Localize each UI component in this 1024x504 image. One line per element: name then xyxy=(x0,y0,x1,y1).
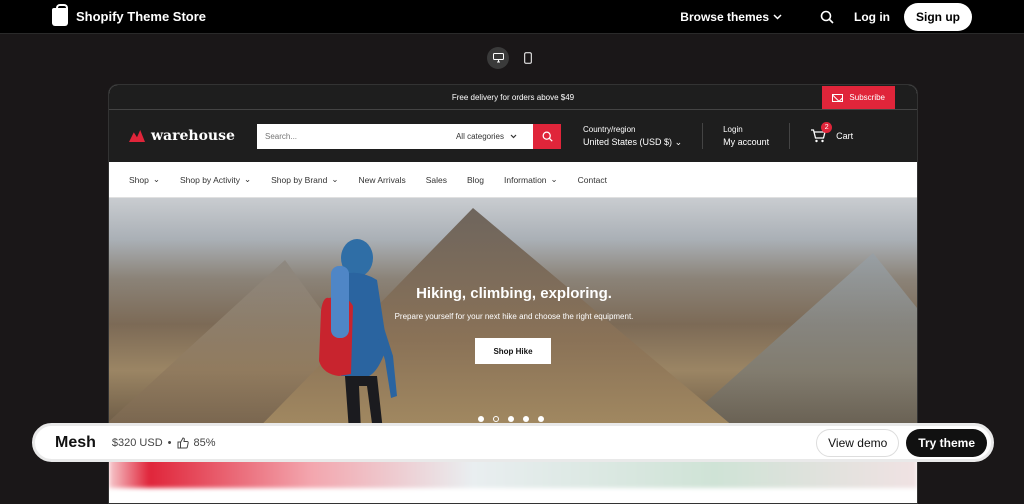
nav-item-shop-by-brand[interactable]: Shop by Brand ⌄ xyxy=(271,174,338,185)
subscribe-label: Subscribe xyxy=(849,93,885,102)
store-logo[interactable]: warehouse xyxy=(129,128,257,144)
nav-label: Blog xyxy=(466,174,484,185)
nav-item-shop-by-activity[interactable]: Shop by Activity ⌄ xyxy=(180,174,251,185)
mobile-icon xyxy=(524,52,532,64)
slide-dot[interactable] xyxy=(478,416,484,422)
hero-subtitle: Prepare yourself for your next hike and … xyxy=(394,312,634,321)
store-header: warehouse All categories Country/region … xyxy=(109,110,917,162)
nav-item-new-arrivals[interactable]: New Arrivals xyxy=(358,175,405,185)
try-theme-button[interactable]: Try theme xyxy=(906,428,987,457)
region-label: Country/region xyxy=(583,125,636,134)
brand-label: Shopify Theme Store xyxy=(76,9,207,24)
theme-price-rating: $320 USD • 85% xyxy=(112,437,216,449)
top-nav-actions: Browse themes Log in Sign up xyxy=(680,2,972,31)
nav-item-contact[interactable]: Contact xyxy=(578,175,607,185)
store-navigation: Shop ⌄ Shop by Activity ⌄ Shop by Brand ⌄ N… xyxy=(109,162,917,198)
chevron-down-icon: ⌄ xyxy=(244,174,252,184)
signup-button[interactable]: Sign up xyxy=(904,2,972,31)
hero-title: Hiking, climbing, exploring. xyxy=(416,285,612,302)
shopify-bag-icon xyxy=(52,3,68,26)
desktop-view-toggle[interactable] xyxy=(487,47,509,69)
mountain-logo-icon xyxy=(129,130,145,142)
cart-link[interactable]: 2 Cart xyxy=(790,122,854,143)
thumbs-up-icon xyxy=(177,436,189,448)
store-search-button[interactable] xyxy=(533,123,561,149)
nav-label: Shop xyxy=(129,174,149,185)
theme-price: $320 USD xyxy=(111,436,163,449)
nav-label: Information xyxy=(504,174,547,185)
theme-info-bar: Mesh $320 USD • 85% View demo Try theme xyxy=(32,423,994,462)
slide-dot[interactable] xyxy=(508,416,514,422)
nav-item-sales[interactable]: Sales xyxy=(426,175,447,185)
store-search: All categories xyxy=(257,123,561,149)
nav-label: New Arrivals xyxy=(358,174,406,185)
nav-label: Shop by Brand xyxy=(271,174,328,185)
cart-label: Cart xyxy=(836,131,854,141)
announcement-bar: Free delivery for orders above $49 Subsc… xyxy=(109,85,917,110)
nav-item-blog[interactable]: Blog xyxy=(467,175,484,185)
nav-label: Contact xyxy=(577,174,607,185)
browse-themes-label: Browse themes xyxy=(680,9,769,24)
nav-label: Sales xyxy=(425,174,447,185)
top-navigation-bar: Shopify Theme Store Browse themes Log in… xyxy=(0,0,1024,34)
login-label: Login xyxy=(723,125,743,134)
view-demo-button[interactable]: View demo xyxy=(816,428,900,457)
shop-hike-button[interactable]: Shop Hike xyxy=(475,338,551,364)
nav-label: Shop by Activity xyxy=(179,174,240,185)
slide-dot[interactable] xyxy=(538,416,544,422)
search-icon[interactable] xyxy=(820,10,834,24)
slide-indicators xyxy=(478,416,544,422)
slide-dot-active[interactable] xyxy=(493,416,499,422)
subscribe-button[interactable]: Subscribe xyxy=(822,86,895,109)
region-selector[interactable]: Country/region United States (USD $) ⌄ xyxy=(583,123,704,149)
store-search-input[interactable] xyxy=(257,123,450,149)
slide-dot[interactable] xyxy=(523,416,529,422)
category-select[interactable]: All categories xyxy=(449,123,533,149)
account-link[interactable]: Login My account xyxy=(703,123,791,149)
announcement-text: Free delivery for orders above $49 xyxy=(451,92,575,102)
desktop-icon xyxy=(492,53,504,63)
envelope-icon xyxy=(832,93,844,102)
chevron-down-icon xyxy=(773,13,782,20)
nav-item-information[interactable]: Information ⌄ xyxy=(504,174,558,185)
my-account-label: My account xyxy=(723,137,770,147)
shopify-brand[interactable]: Shopify Theme Store xyxy=(52,3,207,26)
browse-themes-menu[interactable]: Browse themes xyxy=(680,10,782,24)
chevron-down-icon xyxy=(510,134,517,138)
theme-name: Mesh xyxy=(55,433,96,451)
chevron-down-icon: ⌄ xyxy=(152,174,160,184)
login-link[interactable]: Log in xyxy=(854,10,890,24)
separator-dot: • xyxy=(167,436,172,449)
logo-text: warehouse xyxy=(151,128,235,144)
nav-item-shop[interactable]: Shop ⌄ xyxy=(129,174,160,185)
chevron-down-icon: ⌄ xyxy=(674,137,683,147)
category-label: All categories xyxy=(455,131,504,141)
region-value: United States (USD $) ⌄ xyxy=(583,137,683,147)
hero-banner: Hiking, climbing, exploring. Prepare you… xyxy=(109,198,917,428)
device-toggle xyxy=(487,47,539,69)
search-icon xyxy=(542,131,553,142)
hiker-illustration xyxy=(319,239,397,428)
mobile-view-toggle[interactable] xyxy=(517,47,539,69)
theme-rating: 85% xyxy=(193,436,216,449)
chevron-down-icon: ⌄ xyxy=(331,174,339,184)
chevron-down-icon: ⌄ xyxy=(550,174,558,184)
cart-count-badge: 2 xyxy=(821,122,833,133)
